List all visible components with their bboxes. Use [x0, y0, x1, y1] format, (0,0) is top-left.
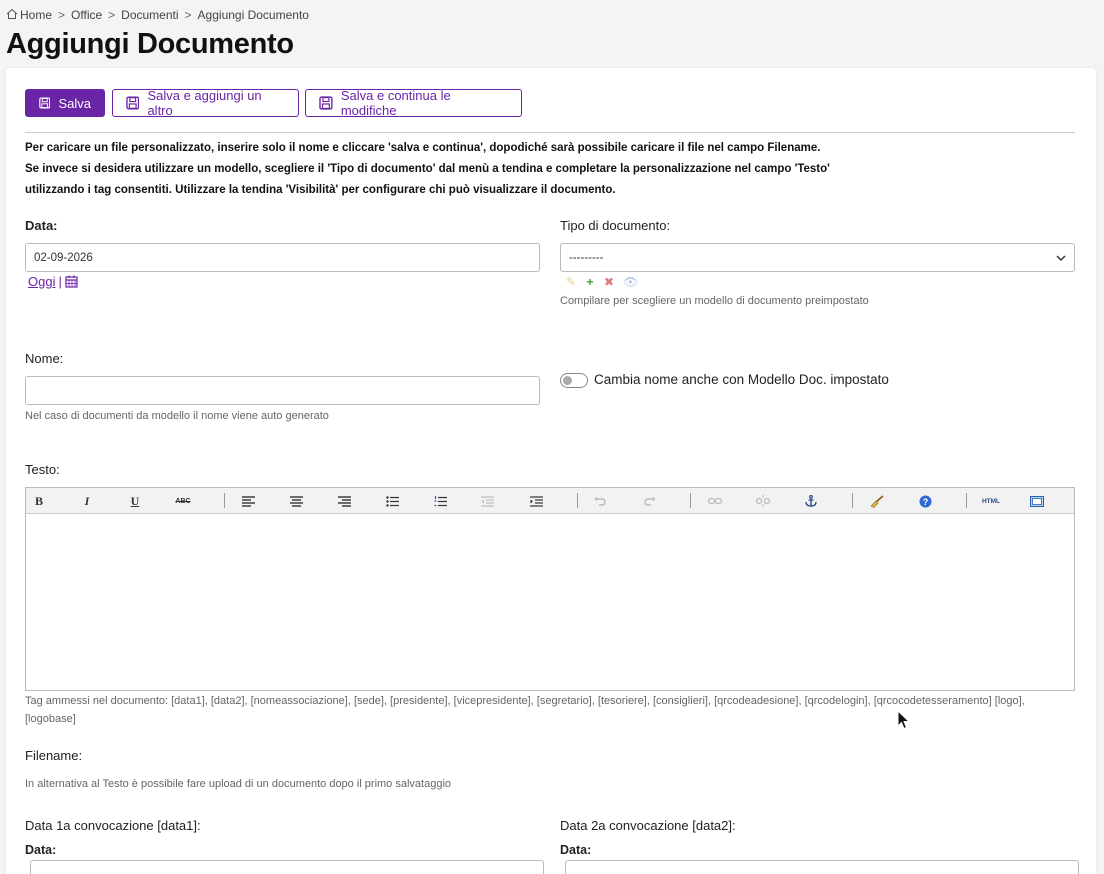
save-and-add-button-label: Salva e aggiungi un altro [147, 88, 262, 118]
toolbar-separator [852, 493, 853, 508]
data-input[interactable]: 02-09-2026 [25, 243, 540, 272]
toolbar-separator [224, 493, 225, 508]
cleanup-broom-icon[interactable] [867, 492, 887, 510]
breadcrumb: Home > Office > Documenti > Aggiungi Doc… [6, 8, 309, 22]
html-source-button[interactable]: HTML [976, 492, 1006, 510]
tipo-documento-selected: --------- [569, 251, 604, 264]
filename-help: In alternativa al Testo è possibile fare… [25, 778, 452, 790]
link-icon[interactable] [705, 492, 725, 510]
testo-label: Testo: [25, 462, 60, 477]
breadcrumb-separator: > [184, 8, 192, 22]
underline-button[interactable]: U [125, 492, 145, 510]
svg-text:?: ? [922, 497, 928, 507]
unlink-icon[interactable] [753, 492, 773, 510]
nome-input[interactable] [25, 376, 540, 405]
intro-line-3: utilizzando i tag consentiti. Utilizzare… [25, 184, 616, 196]
breadcrumb-home[interactable]: Home [6, 8, 52, 22]
filename-label: Filename: [25, 748, 83, 763]
date-shortcut-separator: | [58, 274, 62, 289]
breadcrumb-item-documenti[interactable]: Documenti [121, 8, 178, 22]
intro-line-2: Se invece si desidera utilizzare un mode… [25, 163, 830, 175]
convocazione-1-data-input[interactable] [30, 860, 544, 874]
testo-help-line-1: Tag ammessi nel documento: [data1], [dat… [25, 695, 1025, 707]
italic-button[interactable]: I [77, 492, 97, 510]
convocazione-2-data-input[interactable] [565, 860, 1079, 874]
tipo-documento-help: Compilare per scegliere un modello di do… [560, 295, 869, 307]
redo-icon[interactable] [640, 492, 660, 510]
fullscreen-icon[interactable] [1027, 492, 1047, 510]
delete-icon[interactable]: ✖ [604, 275, 614, 289]
bold-button[interactable]: B [29, 492, 49, 510]
breadcrumb-separator: > [58, 8, 66, 22]
divider [25, 132, 1075, 133]
toolbar-separator [577, 493, 578, 508]
chevron-down-icon [1056, 255, 1066, 262]
convocazione-2-label: Data 2a convocazione [data2]: [560, 818, 736, 833]
bullet-list-icon[interactable] [382, 492, 402, 510]
tipo-documento-select[interactable]: --------- [560, 243, 1075, 272]
calendar-icon[interactable] [65, 275, 78, 288]
mouse-cursor-icon [897, 710, 911, 730]
toolbar-separator [966, 493, 967, 508]
view-icon[interactable]: 👁 [623, 275, 638, 289]
save-icon [39, 97, 51, 109]
tipo-documento-label: Tipo di documento: [560, 218, 671, 233]
cambia-nome-label: Cambia nome anche con Modello Doc. impos… [594, 372, 889, 387]
save-and-continue-button-label: Salva e continua le modifiche [340, 88, 451, 118]
strikethrough-button[interactable]: ABC [173, 492, 193, 510]
align-center-icon[interactable] [286, 492, 306, 510]
toolbar-separator [690, 493, 691, 508]
save-icon [319, 96, 333, 110]
convocazione-2-data-label: Data: [560, 843, 592, 857]
data-label: Data: [25, 218, 58, 233]
align-left-icon[interactable] [238, 492, 258, 510]
undo-icon[interactable] [590, 492, 610, 510]
breadcrumb-item-office[interactable]: Office [71, 8, 102, 22]
save-button[interactable]: Salva [25, 89, 105, 117]
date-shortcuts: Oggi | [28, 274, 78, 289]
testo-editor: B I U ABC ? HTML [25, 487, 1075, 691]
testo-help-line-2: [logobase] [25, 713, 76, 725]
home-icon [6, 8, 18, 19]
numbered-list-icon[interactable] [430, 492, 450, 510]
intro-text: Per caricare un file personalizzato, ins… [25, 138, 830, 201]
indent-icon[interactable] [526, 492, 546, 510]
anchor-icon[interactable] [801, 492, 821, 510]
save-button-label: Salva [58, 95, 91, 111]
breadcrumb-item-home[interactable]: Home [20, 8, 52, 22]
save-and-add-button[interactable]: Salva e aggiungi un altro [112, 88, 299, 118]
convocazione-1-label: Data 1a convocazione [data1]: [25, 818, 201, 833]
cambia-nome-toggle[interactable] [560, 373, 588, 388]
page-title: Aggiungi Documento [6, 28, 294, 60]
toggle-knob [563, 376, 572, 385]
breadcrumb-separator: > [108, 8, 116, 22]
tipo-documento-actions: ✎ + ✖ 👁 [566, 275, 638, 289]
edit-icon[interactable]: ✎ [566, 275, 576, 289]
help-icon[interactable]: ? [915, 492, 935, 510]
add-icon[interactable]: + [585, 275, 595, 289]
align-right-icon[interactable] [334, 492, 354, 510]
convocazione-1-data-label: Data: [25, 843, 57, 857]
breadcrumb-item-current: Aggiungi Documento [197, 8, 309, 22]
intro-line-1: Per caricare un file personalizzato, ins… [25, 142, 821, 154]
form-card: Salva Salva e aggiungi un altro Salva e … [6, 68, 1096, 874]
today-link[interactable]: Oggi [28, 274, 55, 289]
editor-toolbar: B I U ABC ? HTML [26, 488, 1074, 514]
save-and-continue-button[interactable]: Salva e continua le modifiche [305, 88, 522, 118]
nome-help: Nel caso di documenti da modello il nome… [25, 410, 329, 422]
save-icon [126, 96, 140, 110]
nome-label: Nome: [25, 351, 64, 366]
outdent-icon[interactable] [477, 492, 497, 510]
